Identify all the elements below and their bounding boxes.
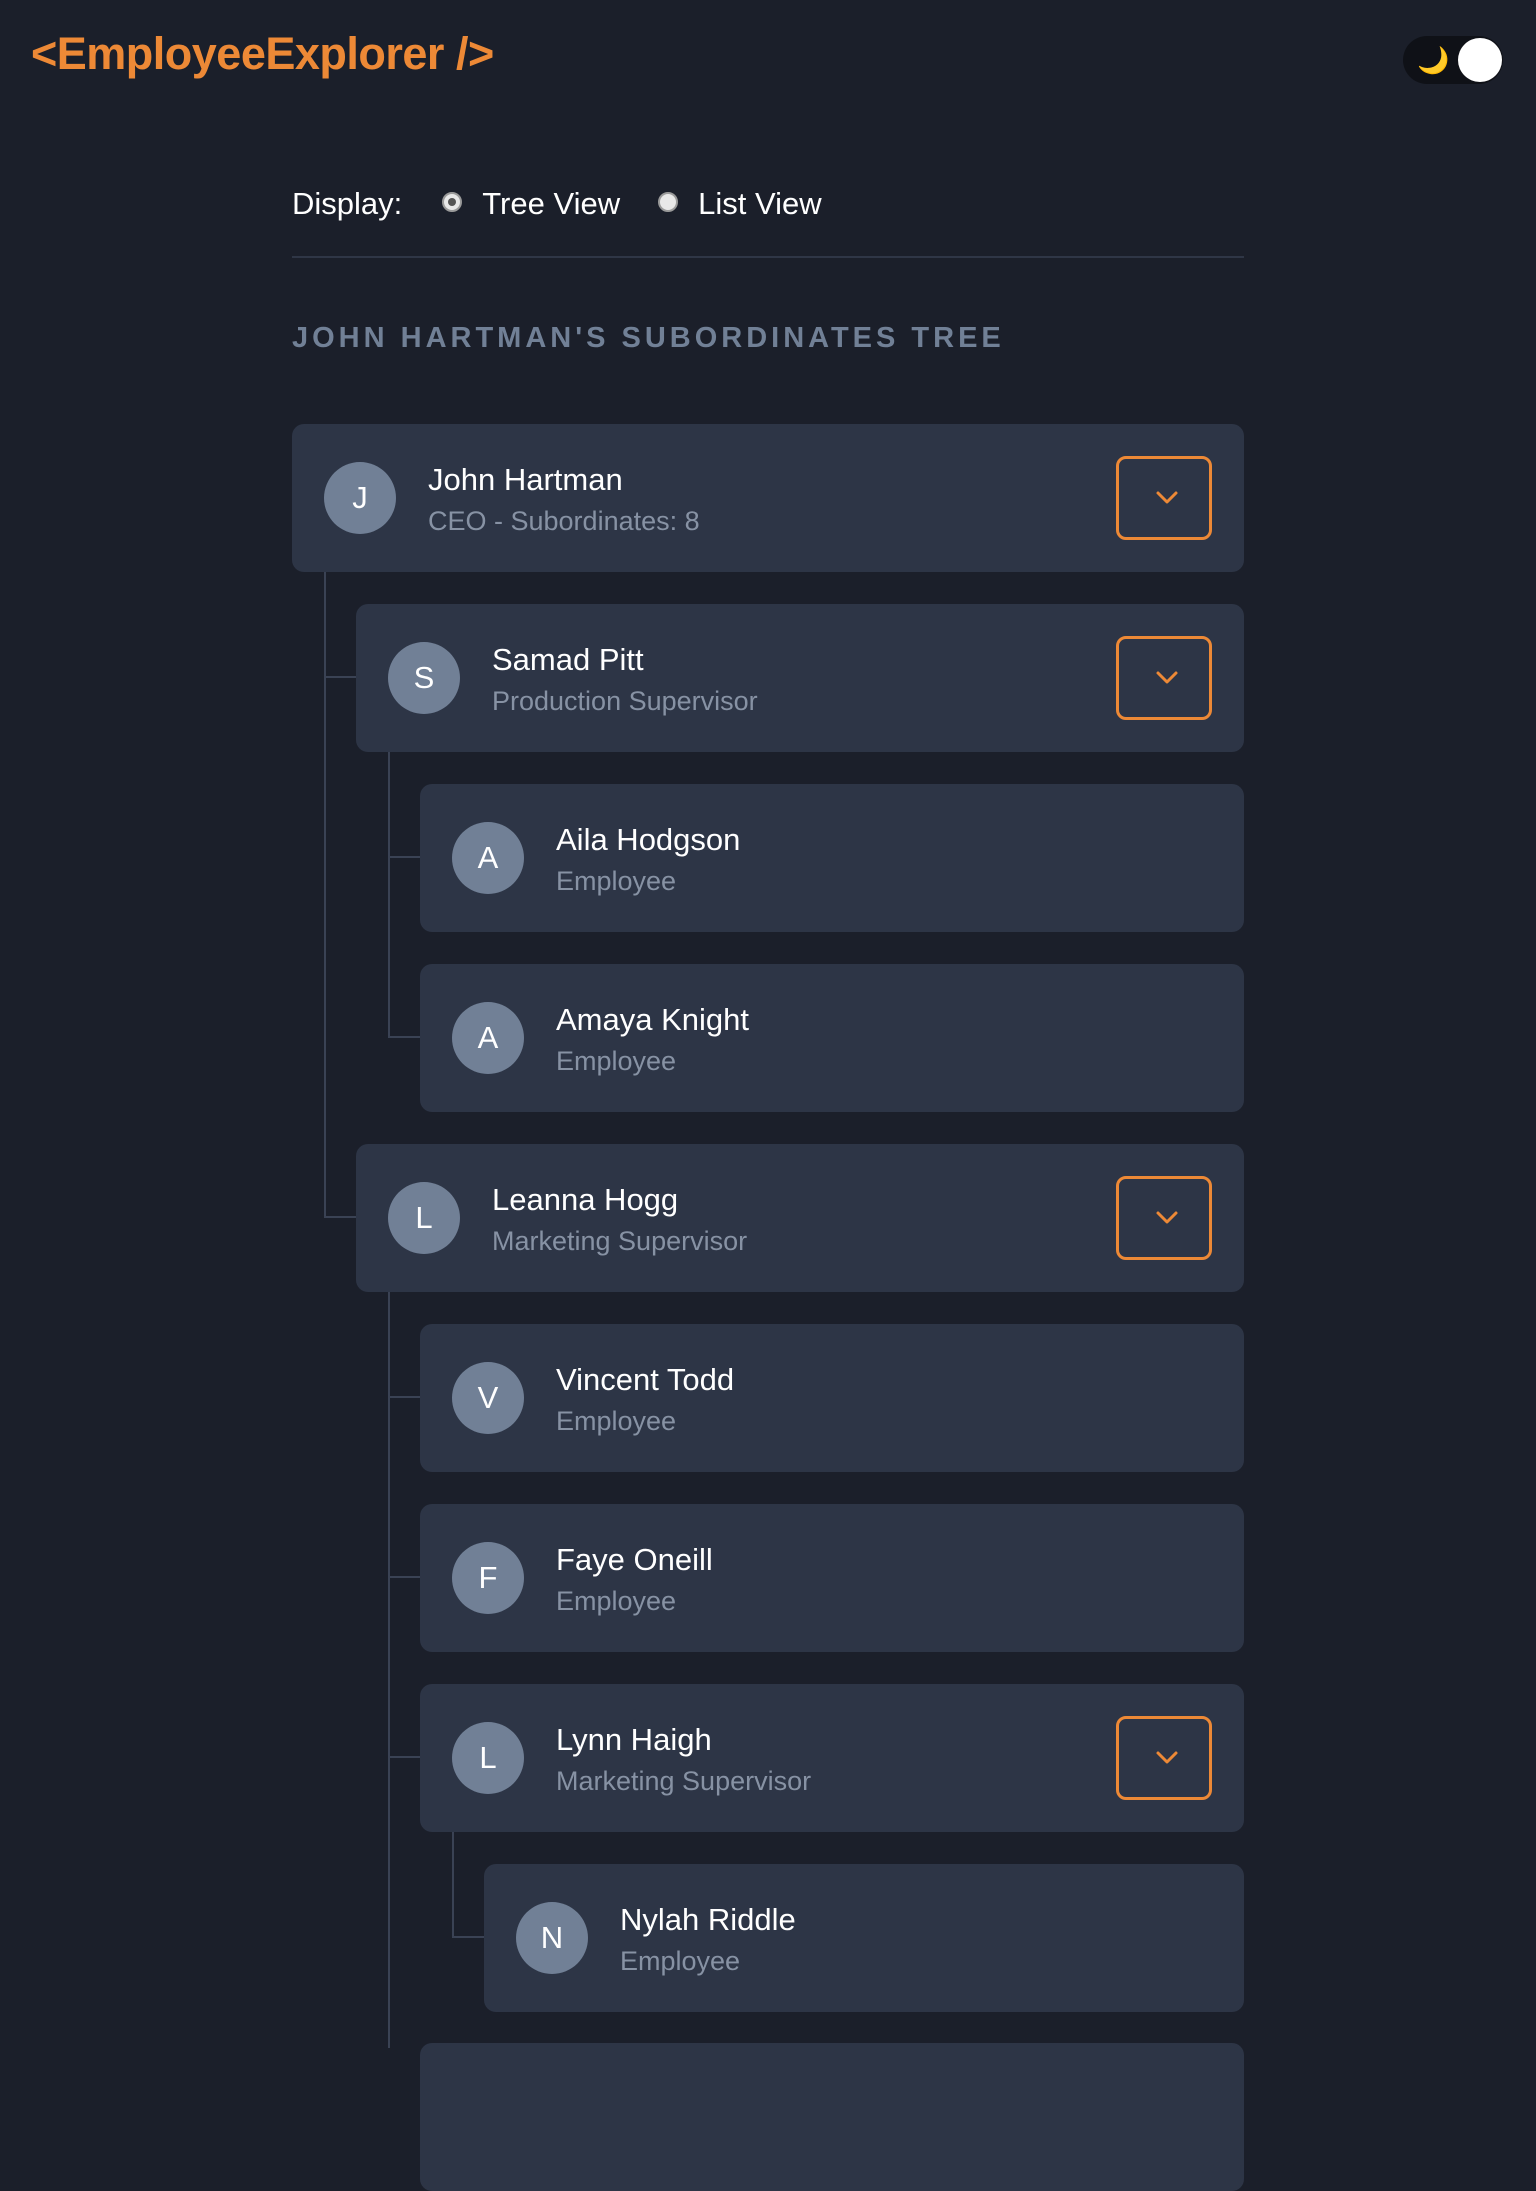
list-view-label: List View	[698, 186, 822, 221]
employee-card[interactable]: A Amaya Knight Employee	[420, 964, 1244, 1112]
tree-connector	[388, 1036, 420, 1038]
avatar: F	[452, 1542, 524, 1614]
employee-name: John Hartman	[428, 462, 623, 497]
employee-card[interactable]: L Leanna Hogg Marketing Supervisor	[356, 1144, 1244, 1292]
employee-role: Employee	[556, 1586, 677, 1616]
employee-role: CEO - Subordinates: 8	[428, 506, 700, 536]
avatar: S	[388, 642, 460, 714]
expand-button[interactable]	[1116, 1716, 1212, 1800]
chevron-down-icon	[1156, 491, 1178, 504]
employee-role: Employee	[620, 1946, 741, 1976]
employee-role: Marketing Supervisor	[556, 1766, 812, 1796]
list-view-option[interactable]: List View	[658, 186, 822, 222]
chevron-down-icon	[1156, 1211, 1178, 1224]
employee-card[interactable]: J John Hartman CEO - Subordinates: 8	[292, 424, 1244, 572]
chevron-down-icon	[1156, 671, 1178, 684]
toggle-knob	[1458, 38, 1502, 82]
chevron-down-icon	[1156, 1751, 1178, 1764]
employee-card[interactable]: L Lynn Haigh Marketing Supervisor	[420, 1684, 1244, 1832]
display-label: Display:	[292, 186, 403, 221]
employee-card[interactable]: V Vincent Todd Employee	[420, 1324, 1244, 1472]
tree-connector	[388, 1292, 390, 2048]
tree-connector	[324, 572, 326, 1217]
tree-connector	[388, 1576, 420, 1578]
employee-name: Amaya Knight	[556, 1002, 749, 1037]
employee-card[interactable]: A Aila Hodgson Employee	[420, 784, 1244, 932]
employee-name: Aila Hodgson	[556, 822, 741, 857]
list-view-radio[interactable]	[658, 192, 679, 212]
moon-icon: 🌙	[1417, 45, 1450, 75]
employee-name: Vincent Todd	[556, 1362, 735, 1397]
expand-button[interactable]	[1116, 636, 1212, 720]
display-selector: Display: Tree View List View	[292, 184, 860, 224]
tree-view-radio[interactable]	[442, 192, 463, 212]
expand-button[interactable]	[1116, 456, 1212, 540]
employee-role: Employee	[556, 1046, 677, 1076]
employee-card[interactable]	[420, 2043, 1244, 2191]
tree-view-option[interactable]: Tree View	[442, 186, 620, 222]
employee-card[interactable]: F Faye Oneill Employee	[420, 1504, 1244, 1652]
avatar: V	[452, 1362, 524, 1434]
tree-view-label: Tree View	[482, 186, 621, 221]
employee-name: Leanna Hogg	[492, 1182, 679, 1217]
tree-connector	[324, 676, 356, 678]
tree-connector	[388, 1396, 420, 1398]
avatar: J	[324, 462, 396, 534]
avatar: A	[452, 1002, 524, 1074]
avatar: L	[452, 1722, 524, 1794]
employee-name: Samad Pitt	[492, 642, 644, 677]
app-logo[interactable]: <EmployeeExplorer />	[31, 28, 494, 80]
employee-role: Production Supervisor	[492, 686, 758, 716]
expand-button[interactable]	[1116, 1176, 1212, 1260]
avatar: L	[388, 1182, 460, 1254]
tree-connector	[324, 1216, 356, 1218]
tree-connector	[452, 1832, 454, 1937]
employee-name: Faye Oneill	[556, 1542, 713, 1577]
employee-role: Marketing Supervisor	[492, 1226, 748, 1256]
employee-card[interactable]: S Samad Pitt Production Supervisor	[356, 604, 1244, 752]
tree-connector	[452, 1936, 484, 1938]
employee-name: Lynn Haigh	[556, 1722, 712, 1757]
divider	[292, 256, 1244, 258]
employee-card[interactable]: N Nylah Riddle Employee	[484, 1864, 1244, 2012]
employee-role: Employee	[556, 866, 677, 896]
tree-title: JOHN HARTMAN'S SUBORDINATES TREE	[292, 322, 1005, 354]
tree-connector	[388, 1756, 420, 1758]
employee-role: Employee	[556, 1406, 677, 1436]
employee-name: Nylah Riddle	[620, 1902, 796, 1937]
theme-toggle[interactable]: 🌙	[1403, 36, 1503, 84]
tree-connector	[388, 752, 390, 1037]
avatar: A	[452, 822, 524, 894]
tree-connector	[388, 856, 420, 858]
avatar: N	[516, 1902, 588, 1974]
